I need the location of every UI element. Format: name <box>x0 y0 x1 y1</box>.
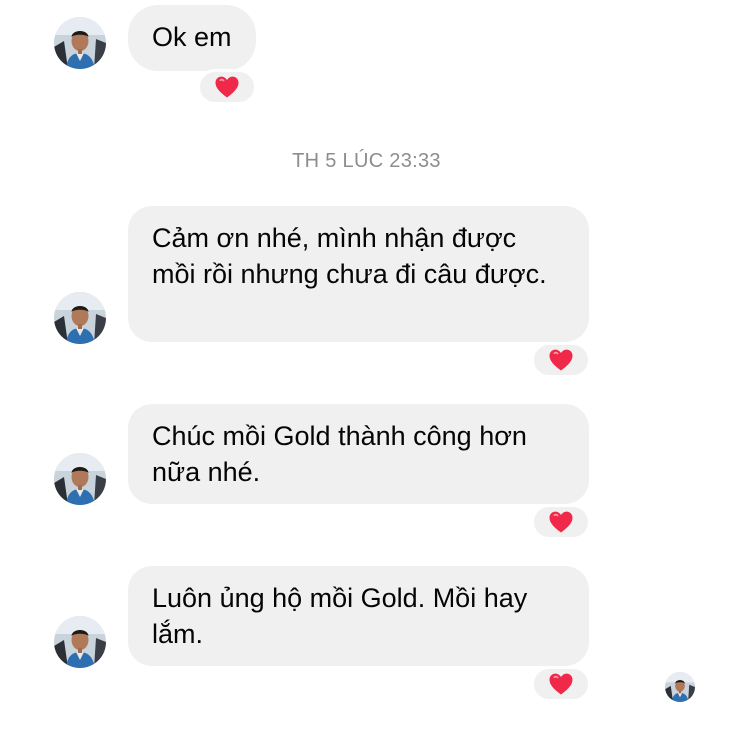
message-reaction[interactable] <box>531 342 591 378</box>
message-text: Cảm ơn nhé, mình nhận được mồi rồi nhưng… <box>152 223 547 289</box>
message-bubble[interactable]: Luôn ủng hộ mồi Gold. Mồi hay lắm. <box>128 566 589 666</box>
message-text: Luôn ủng hộ mồi Gold. Mồi hay lắm. <box>152 583 528 649</box>
contact-avatar-photo <box>54 292 106 344</box>
contact-avatar-photo <box>54 453 106 505</box>
message-reaction[interactable] <box>197 69 257 105</box>
heart-icon <box>214 75 240 99</box>
message-reaction[interactable] <box>531 504 591 540</box>
heart-icon <box>548 348 574 372</box>
conversation-timestamp: TH 5 LÚC 23:33 <box>292 150 441 172</box>
contact-avatar-photo <box>54 616 106 668</box>
message-bubble[interactable]: Ok em <box>128 5 256 71</box>
contact-avatar[interactable] <box>54 17 106 69</box>
heart-icon <box>548 510 574 534</box>
message-reaction[interactable] <box>531 666 591 702</box>
message-text: Ok em <box>152 22 232 52</box>
message-bubble[interactable]: Chúc mồi Gold thành công hơn nữa nhé. <box>128 404 589 504</box>
contact-avatar-photo <box>54 17 106 69</box>
contact-avatar[interactable] <box>54 292 106 344</box>
contact-avatar[interactable] <box>54 453 106 505</box>
message-bubble[interactable]: Cảm ơn nhé, mình nhận được mồi rồi nhưng… <box>128 206 589 342</box>
message-text: Chúc mồi Gold thành công hơn nữa nhé. <box>152 421 527 487</box>
seen-avatar-photo <box>665 672 695 702</box>
seen-avatar <box>665 672 695 702</box>
heart-icon <box>548 672 574 696</box>
contact-avatar[interactable] <box>54 616 106 668</box>
